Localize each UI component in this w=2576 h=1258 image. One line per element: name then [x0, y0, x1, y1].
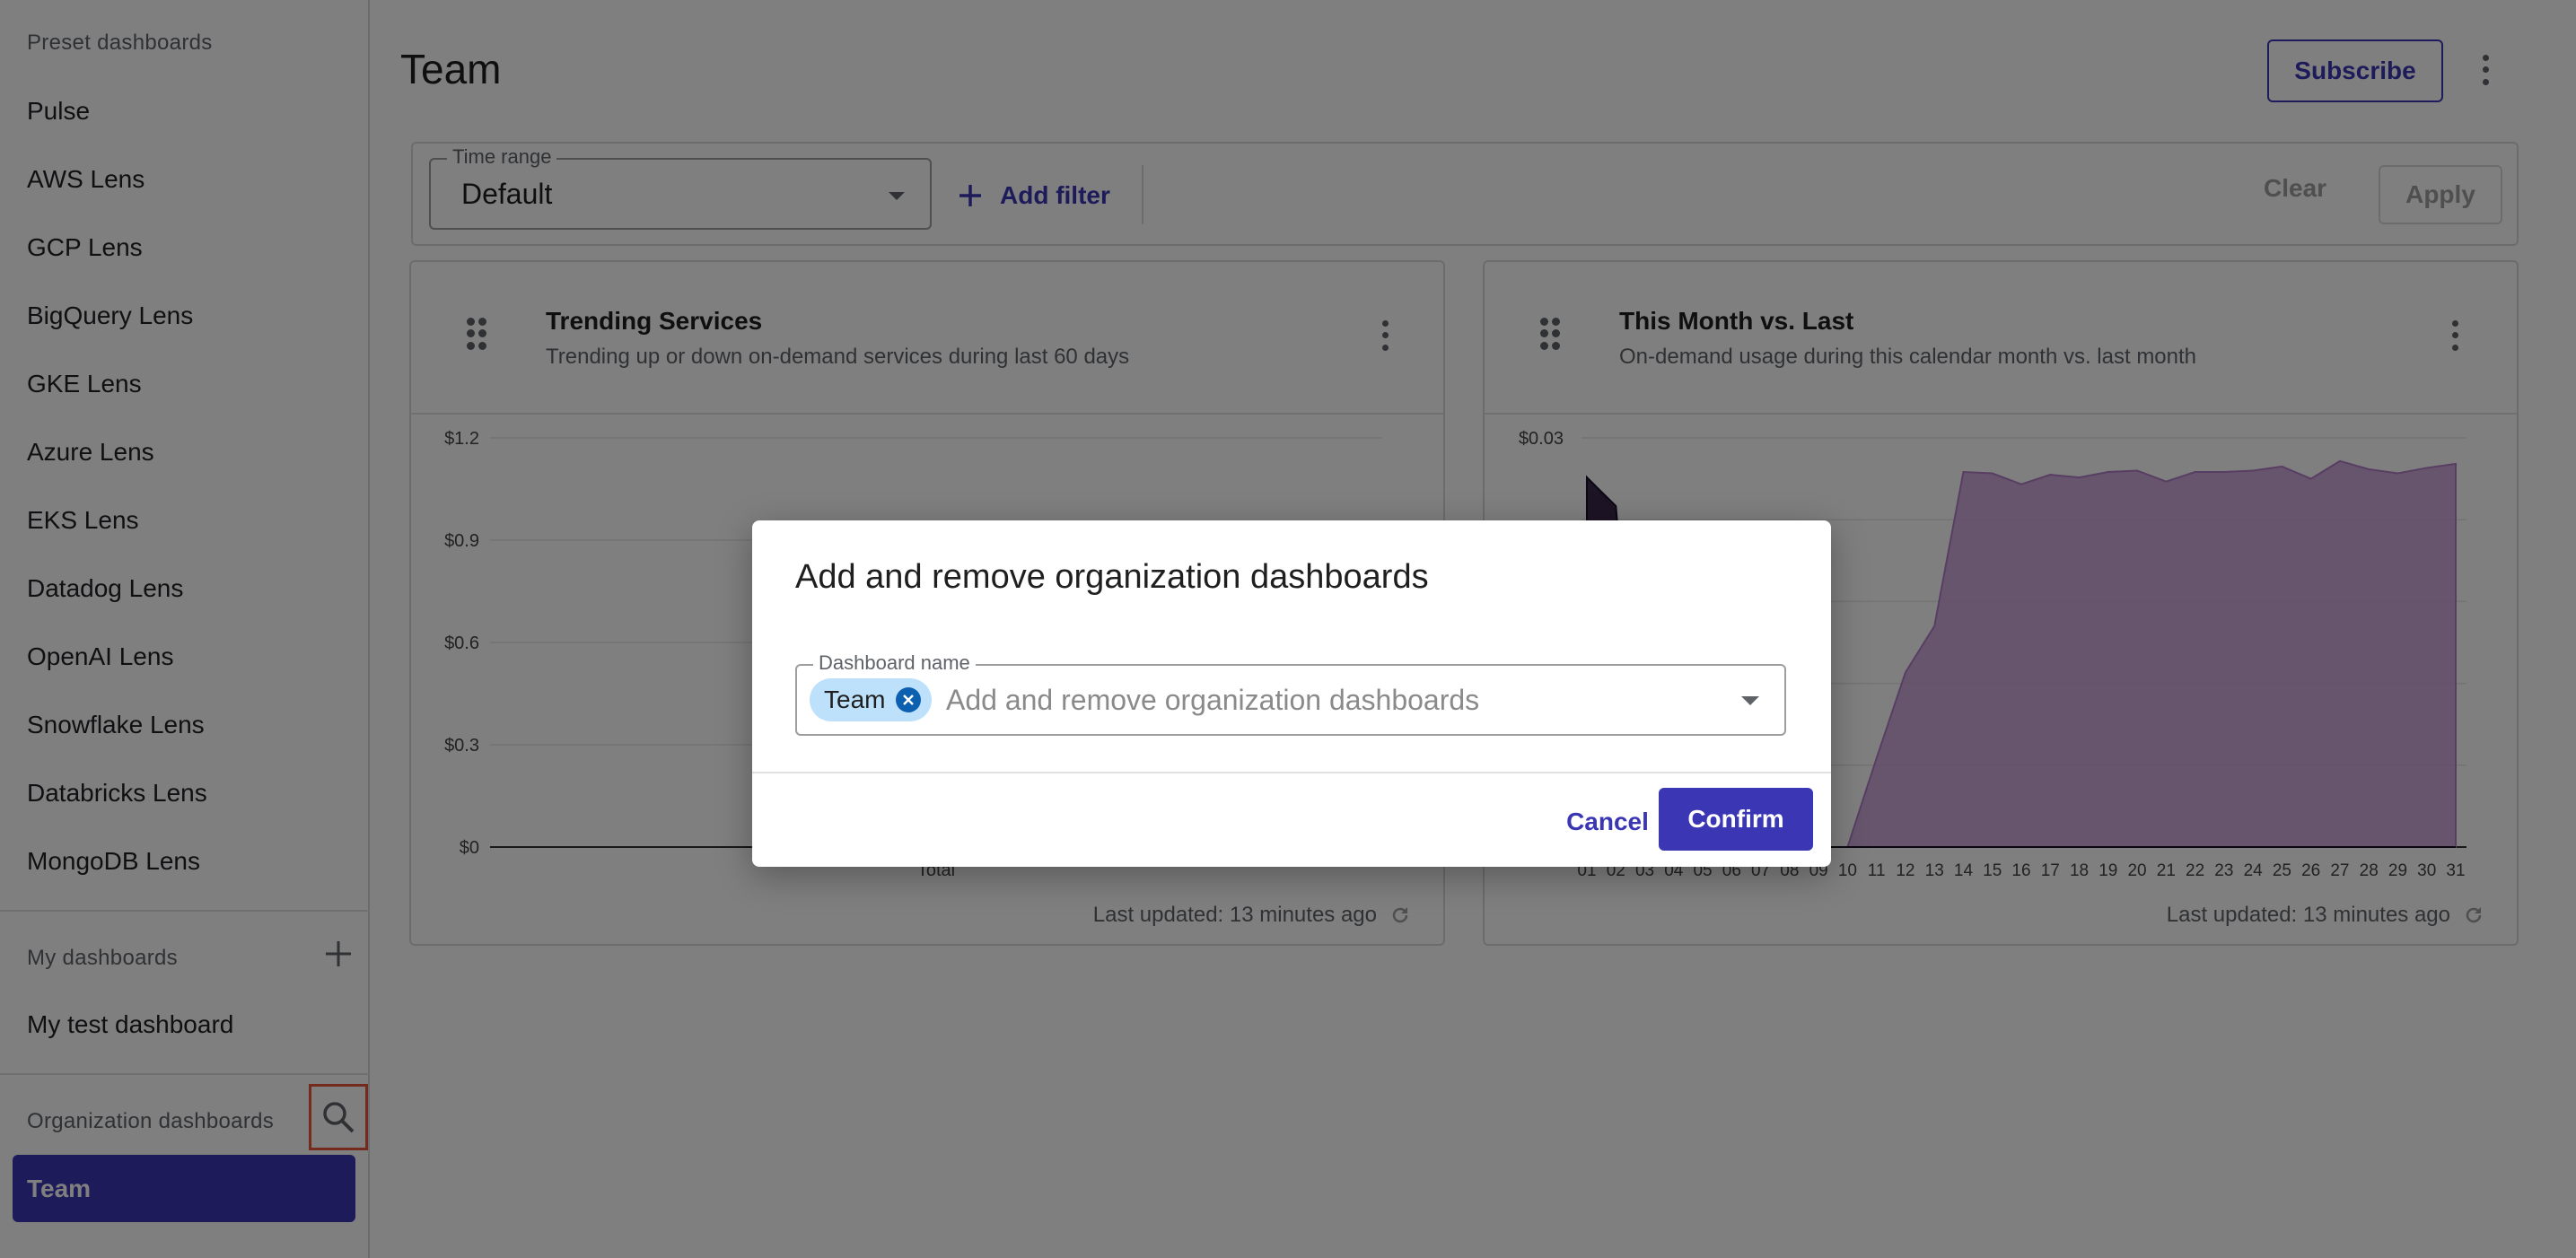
chevron-down-icon[interactable]	[1741, 696, 1759, 705]
chip-label: Team	[824, 686, 886, 713]
dashboard-search-input[interactable]	[946, 682, 1682, 718]
team-chip: Team	[810, 678, 933, 721]
dialog-title: Add and remove organization dashboards	[795, 558, 1429, 596]
dashboard-name-field[interactable]: Dashboard name Team	[795, 651, 1786, 736]
chip-remove-icon[interactable]	[896, 687, 922, 712]
dashboard-name-label: Dashboard name	[813, 651, 976, 675]
confirm-button[interactable]: Confirm	[1659, 788, 1813, 851]
dialog-divider	[752, 772, 1831, 773]
org-dashboards-dialog: Add and remove organization dashboards D…	[752, 520, 1831, 867]
